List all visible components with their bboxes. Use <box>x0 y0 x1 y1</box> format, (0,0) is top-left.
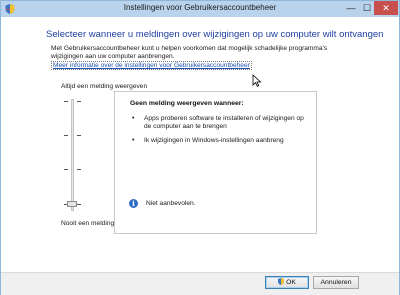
main-content: Selecteer wanneer u meldingen over wijzi… <box>1 17 399 272</box>
maximize-button[interactable]: ☐ <box>359 1 375 15</box>
bullet-text: Apps proberen software te installeren of… <box>144 115 304 130</box>
window-title: Instellingen voor Gebruikersaccountbehee… <box>123 3 277 12</box>
ok-label: OK <box>286 279 296 286</box>
slider-tick <box>77 135 81 136</box>
title-bar[interactable]: Instellingen voor Gebruikersaccountbehee… <box>1 1 399 17</box>
ok-button[interactable]: OK <box>265 276 309 289</box>
setting-description-panel: Geen melding weergeven wanneer: • Apps p… <box>114 91 317 234</box>
uac-settings-window: Instellingen voor Gebruikersaccountbehee… <box>0 0 400 295</box>
slider-tick <box>77 204 81 205</box>
slider-tick <box>64 135 68 136</box>
close-button[interactable]: ✕ <box>374 1 398 15</box>
page-headline: Selecteer wanneer u meldingen over wijzi… <box>46 29 384 40</box>
slider-top-label: Altijd een melding weergeven <box>61 83 148 90</box>
cursor-icon <box>252 74 262 87</box>
bullet-text: Ik wijzigingen in Windows-instellingen a… <box>144 137 284 144</box>
slider-thumb[interactable] <box>67 201 77 207</box>
more-info-link[interactable]: Meer informatie over de instellingen voo… <box>51 61 252 70</box>
uac-shield-icon <box>278 278 285 285</box>
notification-level-slider[interactable] <box>57 97 87 215</box>
description-text: Met Gebruikersaccountbeheer kunt u helpe… <box>51 45 328 60</box>
slider-tick <box>77 169 81 170</box>
info-icon: i <box>129 199 138 208</box>
panel-title: Geen melding weergeven wanneer: <box>130 100 244 107</box>
slider-track[interactable] <box>71 99 74 211</box>
bullet-icon: • <box>132 137 135 144</box>
bullet-icon: • <box>132 115 135 122</box>
bullet-list: • Apps proberen software te installeren … <box>131 115 311 151</box>
dialog-footer: OK Annuleren <box>1 272 399 295</box>
list-item: • Apps proberen software te installeren … <box>131 115 311 131</box>
slider-tick <box>77 101 81 102</box>
list-item: • Ik wijzigingen in Windows-instellingen… <box>131 137 311 145</box>
slider-tick <box>64 101 68 102</box>
minimize-button[interactable]: — <box>343 1 359 15</box>
cancel-button[interactable]: Annuleren <box>313 276 359 289</box>
info-text: Niet aanbevolen. <box>146 200 196 207</box>
slider-tick <box>64 169 68 170</box>
